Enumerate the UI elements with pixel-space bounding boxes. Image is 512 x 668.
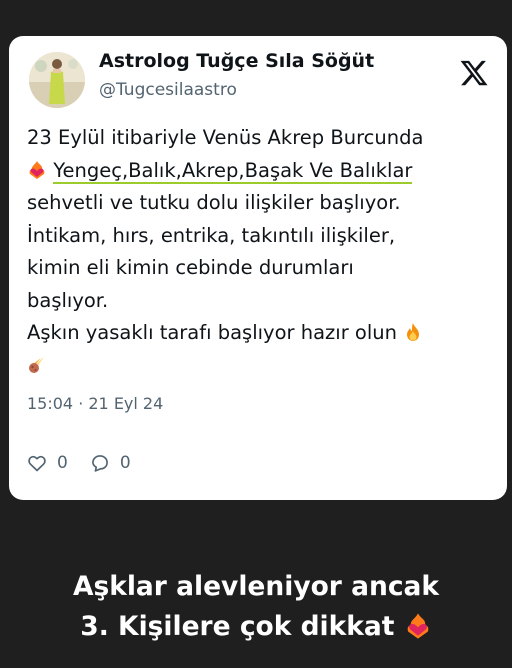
reply-button[interactable]: 0	[90, 453, 131, 473]
tweet-line-7-text: Aşkın yasaklı tarafı başlıyor hazır olun	[27, 321, 397, 344]
like-button[interactable]: 0	[27, 453, 68, 473]
heart-icon	[28, 455, 46, 472]
tweet-line-4: İntikam, hırs, entrika, takıntılı ilişki…	[27, 223, 396, 247]
fire-icon	[407, 323, 420, 341]
story-caption-line-2-text: 3. Kişilere çok dikkat	[80, 611, 395, 642]
story-caption-line-1: Aşklar alevleniyor ancak	[72, 571, 440, 602]
reply-count: 0	[119, 453, 131, 473]
tweet-actions: 0 0	[27, 450, 153, 476]
author-handle[interactable]: @Tugcesilaastro	[99, 80, 237, 100]
avatar[interactable]	[29, 52, 85, 108]
x-logo-icon[interactable]	[459, 58, 489, 88]
tweet-line-6: başlıyor.	[27, 288, 109, 312]
reply-icon	[91, 455, 108, 472]
heart-on-fire-icon	[407, 613, 429, 639]
comet-icon	[29, 356, 44, 373]
avatar-photo	[29, 52, 85, 108]
tweet-line-3: sehvetli ve tutku dolu ilişkiler başlıyo…	[27, 191, 401, 214]
author-name[interactable]: Astrolog Tuğçe Sıla Söğüt	[99, 50, 374, 72]
tweet-line-8	[27, 350, 493, 383]
tweet-line-7: Aşkın yasaklı tarafı başlıyor hazır olun	[27, 317, 493, 350]
tweet-card[interactable]: Astrolog Tuğçe Sıla Söğüt @Tugcesilaastr…	[9, 36, 507, 500]
tweet-timestamp[interactable]: 15:04 · 21 Eyl 24	[27, 394, 163, 413]
story-caption-line-2: 3. Kişilere çok dikkat	[0, 608, 512, 646]
tweet-line-2: Yengeç,Balık,Akrep,Başak Ve Balıklar	[27, 155, 493, 188]
tweet-line-5: kimin eli kimin cebinde durumları	[27, 256, 354, 279]
heart-on-fire-icon	[29, 160, 45, 179]
tweet-text: 23 Eylül itibariyle Venüs Akrep Burcunda…	[27, 122, 493, 382]
like-count: 0	[57, 453, 68, 473]
tweet-line-1: 23 Eylül itibariyle Venüs Akrep Burcunda	[27, 126, 424, 149]
highlighted-signs: Yengeç,Balık,Akrep,Başak Ve Balıklar	[53, 158, 413, 184]
